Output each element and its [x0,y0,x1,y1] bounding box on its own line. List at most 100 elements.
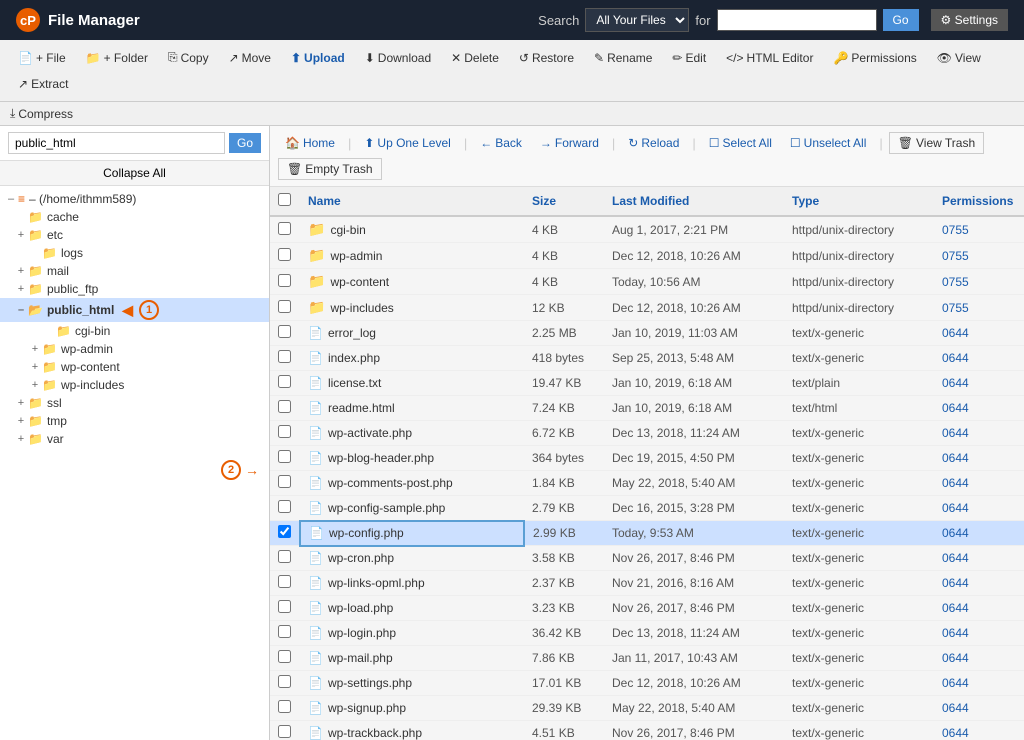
table-row[interactable]: 📁wp-includes12 KBDec 12, 2018, 10:26 AMh… [270,295,1024,321]
tree-item-logs[interactable]: 📁 logs [0,244,269,262]
restore-button[interactable]: ↺ Restore [511,47,582,69]
tree-item-wp-content[interactable]: + 📁 wp-content [0,358,269,376]
tree-item-wp-admin[interactable]: + 📁 wp-admin [0,340,269,358]
row-checkbox[interactable] [278,700,291,713]
tree-item-tmp[interactable]: + 📁 tmp [0,412,269,430]
table-row[interactable]: 📄wp-comments-post.php1.84 KBMay 22, 2018… [270,471,1024,496]
table-row[interactable]: 📄index.php418 bytesSep 25, 2013, 5:48 AM… [270,346,1024,371]
row-checkbox[interactable] [278,248,291,261]
permissions-column-header[interactable]: Permissions [934,187,1024,216]
tree-item-ssl[interactable]: + 📁 ssl [0,394,269,412]
settings-button[interactable]: ⚙ Settings [931,9,1008,31]
tree-item-public-ftp[interactable]: + 📁 public_ftp [0,280,269,298]
tree-item-var[interactable]: + 📁 var [0,430,269,448]
row-checkbox[interactable] [278,450,291,463]
tree-item-mail[interactable]: + 📁 mail [0,262,269,280]
table-row[interactable]: 📄wp-trackback.php4.51 KBNov 26, 2017, 8:… [270,721,1024,740]
select-all-checkbox[interactable] [278,193,291,206]
table-row[interactable]: 📁cgi-bin4 KBAug 1, 2017, 2:21 PMhttpd/un… [270,216,1024,243]
row-checkbox[interactable] [278,325,291,338]
table-row[interactable]: 📄wp-settings.php17.01 KBDec 12, 2018, 10… [270,671,1024,696]
download-button[interactable]: ⬇ Download [357,47,439,69]
up-one-level-button[interactable]: ⬆ Up One Level [357,133,457,153]
row-checkbox[interactable] [278,575,291,588]
row-checkbox[interactable] [278,675,291,688]
tree-item-root[interactable]: – ≡ – (/home/ithmm589) [0,190,269,208]
date-column-header[interactable]: Last Modified [604,187,784,216]
row-checkbox[interactable] [278,500,291,513]
table-row[interactable]: 📁wp-admin4 KBDec 12, 2018, 10:26 AMhttpd… [270,243,1024,269]
file-permissions: 0644 [934,671,1024,696]
row-checkbox[interactable] [278,350,291,363]
upload-button[interactable]: ⬆ Upload [283,47,353,69]
table-row[interactable]: 📄wp-config.php2.99 KBToday, 9:53 AMtext/… [270,521,1024,546]
tree-item-cache[interactable]: 📁 cache [0,208,269,226]
table-row[interactable]: 📄wp-blog-header.php364 bytesDec 19, 2015… [270,446,1024,471]
empty-trash-button[interactable]: 🗑 Empty Trash [278,158,382,180]
table-row[interactable]: 📄wp-login.php36.42 KBDec 13, 2018, 11:24… [270,621,1024,646]
table-row[interactable]: 📄readme.html7.24 KBJan 10, 2019, 6:18 AM… [270,396,1024,421]
row-checkbox[interactable] [278,274,291,287]
row-checkbox[interactable] [278,400,291,413]
row-checkbox[interactable] [278,300,291,313]
file-type: text/html [784,396,934,421]
type-column-header[interactable]: Type [784,187,934,216]
table-row[interactable]: 📄wp-mail.php7.86 KBJan 11, 2017, 10:43 A… [270,646,1024,671]
row-checkbox[interactable] [278,625,291,638]
table-row[interactable]: 📄wp-cron.php3.58 KBNov 26, 2017, 8:46 PM… [270,546,1024,571]
table-row[interactable]: 📄wp-load.php3.23 KBNov 26, 2017, 8:46 PM… [270,596,1024,621]
search-go-button[interactable]: Go [883,9,919,31]
reload-button[interactable]: ↻ Reload [621,133,686,153]
tree-item-cgi-bin[interactable]: 📁 cgi-bin [0,322,269,340]
file-icon: 📄 [308,676,323,690]
sidebar-path-input[interactable] [8,132,225,154]
move-button[interactable]: ↗ Move [221,47,279,69]
file-icon: 📄 [308,551,323,565]
row-checkbox[interactable] [278,650,291,663]
row-checkbox[interactable] [278,375,291,388]
view-button[interactable]: 👁 View [929,47,989,69]
file-icon: 📄 [308,451,323,465]
row-checkbox[interactable] [278,222,291,235]
permissions-button[interactable]: 🔑 Permissions [825,47,924,69]
forward-button[interactable]: → Forward [533,133,606,153]
size-column-header[interactable]: Size [524,187,604,216]
edit-button[interactable]: ✏ Edit [664,47,714,69]
rename-button[interactable]: ✎ Rename [586,47,660,69]
tree-item-public-html[interactable]: – 📂 public_html ◀ 1 [0,298,269,322]
row-checkbox[interactable] [278,550,291,563]
row-checkbox[interactable] [278,425,291,438]
home-button[interactable]: 🏠 Home [278,133,342,153]
row-checkbox[interactable] [278,525,291,538]
search-input[interactable] [717,9,877,31]
sidebar-go-button[interactable]: Go [229,133,261,153]
back-button[interactable]: ← Back [473,133,529,153]
compress-button[interactable]: ⤓ Compress [10,106,73,121]
html-editor-button[interactable]: </> HTML Editor [718,47,821,69]
new-folder-button[interactable]: 📁 + Folder [78,47,156,69]
select-all-button[interactable]: ☐ Select All [702,133,779,153]
tree-item-wp-includes[interactable]: + 📁 wp-includes [0,376,269,394]
new-file-button[interactable]: 📄 + File [10,47,74,69]
unselect-all-button[interactable]: ☐ Unselect All [783,133,873,153]
delete-button[interactable]: ✕ Delete [443,47,507,69]
tree-item-etc[interactable]: + 📁 etc [0,226,269,244]
file-date: Dec 13, 2018, 11:24 AM [604,421,784,446]
table-row[interactable]: 📄wp-config-sample.php2.79 KBDec 16, 2015… [270,496,1024,521]
view-trash-button[interactable]: 🗑 View Trash [889,132,984,154]
copy-button[interactable]: ⎘ Copy [160,46,217,69]
extract-button[interactable]: ↗ Extract [10,73,76,95]
table-row[interactable]: 📄wp-activate.php6.72 KBDec 13, 2018, 11:… [270,421,1024,446]
table-row[interactable]: 📄error_log2.25 MBJan 10, 2019, 11:03 AMt… [270,321,1024,346]
table-row[interactable]: 📄wp-signup.php29.39 KBMay 22, 2018, 5:40… [270,696,1024,721]
collapse-all-button[interactable]: Collapse All [0,161,269,186]
folder-icon-var: 📁 [28,432,43,446]
table-row[interactable]: 📄wp-links-opml.php2.37 KBNov 21, 2016, 8… [270,571,1024,596]
row-checkbox[interactable] [278,600,291,613]
row-checkbox[interactable] [278,475,291,488]
name-column-header[interactable]: Name [300,187,524,216]
row-checkbox[interactable] [278,725,291,738]
table-row[interactable]: 📁wp-content4 KBToday, 10:56 AMhttpd/unix… [270,269,1024,295]
table-row[interactable]: 📄license.txt19.47 KBJan 10, 2019, 6:18 A… [270,371,1024,396]
search-select[interactable]: All Your Files [585,8,689,32]
